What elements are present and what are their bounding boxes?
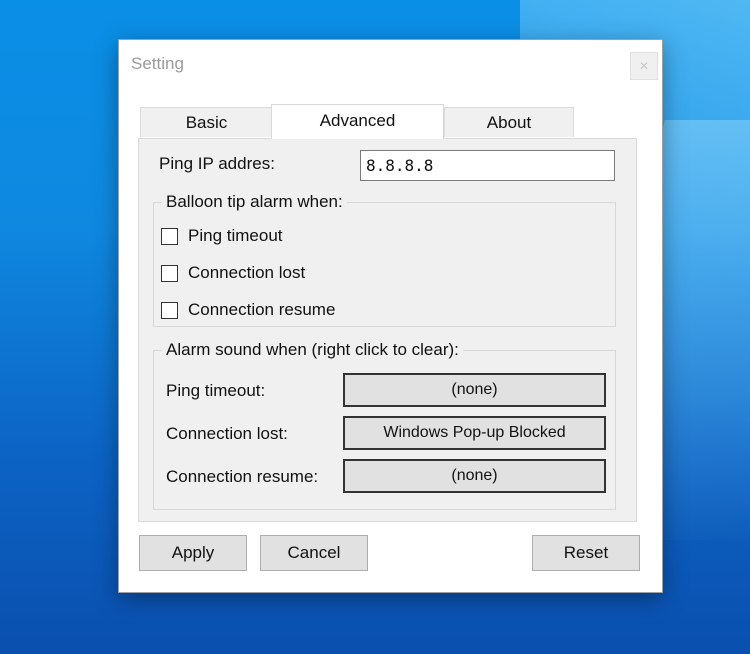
settings-dialog: Setting ✕ Basic Advanced About Ping IP a…: [118, 39, 663, 593]
sound-connection-lost-label: Connection lost:: [166, 424, 288, 443]
connection-lost-checkbox[interactable]: [161, 264, 178, 282]
tab-advanced[interactable]: Advanced: [271, 104, 444, 139]
balloon-ping-timeout-option[interactable]: Ping timeout: [161, 225, 283, 247]
ping-ip-input[interactable]: [360, 150, 615, 181]
sound-connection-resume-label: Connection resume:: [166, 467, 319, 486]
ping-timeout-checkbox[interactable]: [161, 227, 178, 245]
advanced-tab-panel: Ping IP addres: Balloon tip alarm when: …: [138, 138, 637, 522]
balloon-tip-group: Balloon tip alarm when: Ping timeout Con…: [153, 192, 616, 327]
connection-lost-checkbox-label: Connection lost: [188, 263, 306, 282]
apply-button[interactable]: Apply: [139, 535, 247, 571]
alarm-sound-group: Alarm sound when (right click to clear):…: [153, 340, 616, 510]
tab-basic[interactable]: Basic: [140, 107, 273, 137]
sound-connection-resume-button[interactable]: (none): [343, 459, 606, 493]
dialog-title: Setting: [131, 54, 184, 73]
ping-timeout-checkbox-label: Ping timeout: [188, 226, 283, 245]
tab-about[interactable]: About: [444, 107, 574, 137]
connection-resume-checkbox-label: Connection resume: [188, 300, 336, 319]
sound-ping-timeout-button[interactable]: (none): [343, 373, 606, 407]
close-icon: ✕: [638, 59, 650, 73]
balloon-tip-group-title: Balloon tip alarm when:: [162, 192, 347, 212]
sound-connection-lost-button[interactable]: Windows Pop-up Blocked: [343, 416, 606, 450]
reset-button[interactable]: Reset: [532, 535, 640, 571]
cancel-button[interactable]: Cancel: [260, 535, 368, 571]
sound-ping-timeout-label: Ping timeout:: [166, 381, 266, 400]
balloon-connection-resume-option[interactable]: Connection resume: [161, 299, 335, 321]
alarm-sound-group-title: Alarm sound when (right click to clear):: [162, 340, 463, 360]
ping-ip-label: Ping IP addres:: [159, 154, 275, 173]
balloon-connection-lost-option[interactable]: Connection lost: [161, 262, 305, 284]
connection-resume-checkbox[interactable]: [161, 301, 178, 319]
close-button[interactable]: ✕: [630, 52, 658, 80]
